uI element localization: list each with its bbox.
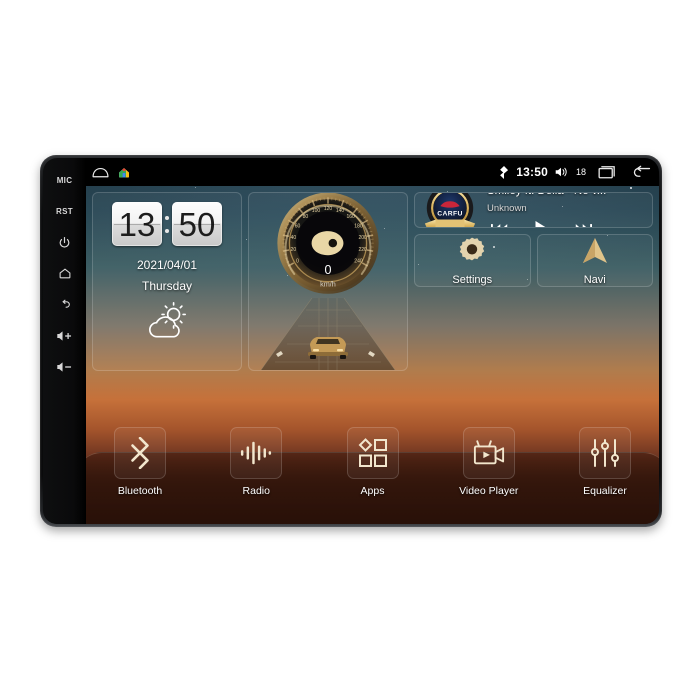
navigation-arrow-icon [579, 235, 611, 267]
svg-text:240: 240 [354, 259, 363, 265]
shortcut-tile-row: Settings Navi [414, 234, 653, 287]
volume-down-icon[interactable] [52, 360, 78, 373]
clock-date: 2021/04/01 [136, 258, 198, 272]
dock-items: Bluetooth Radio Apps Video Player Equali… [94, 427, 651, 497]
app-dock: Bluetooth Radio Apps Video Player Equali… [86, 419, 659, 524]
equalizer-sliders-icon [579, 427, 631, 479]
play-button[interactable] [534, 221, 549, 227]
video-camera-icon [462, 427, 515, 479]
equalizer-dock-label: Equalizer [583, 485, 627, 497]
flip-clock: 13 50 [93, 193, 241, 246]
device-inner-frame: MIC RST 13:50 18 13 50 2021/04/01 Thursd… [43, 158, 659, 524]
car-hood-icon[interactable] [92, 167, 109, 178]
gear-icon [456, 235, 488, 267]
svg-text:220: 220 [358, 247, 367, 253]
navi-tile[interactable]: Navi [536, 234, 653, 287]
right-widget-column: CARFU Smiley ft. Delia - Ne v... Unknown [414, 192, 653, 287]
previous-track-button[interactable] [491, 223, 508, 227]
svg-text:km/h: km/h [320, 280, 336, 289]
settings-tile[interactable]: Settings [414, 234, 531, 287]
radio-dock-item[interactable]: Radio [210, 427, 302, 497]
radio-dock-label: Radio [242, 485, 270, 497]
svg-text:20: 20 [291, 247, 297, 253]
next-track-button[interactable] [575, 223, 592, 227]
media-controls [487, 221, 646, 227]
svg-text:0: 0 [325, 263, 332, 277]
video-player-dock-item[interactable]: Video Player [443, 427, 535, 497]
clock-widget[interactable]: 13 50 2021/04/01 Thursday [92, 192, 242, 371]
apps-dock-item[interactable]: Apps [327, 427, 419, 497]
svg-text:40: 40 [291, 235, 297, 241]
svg-text:200: 200 [358, 235, 367, 241]
clock-minutes: 50 [172, 202, 222, 246]
svg-text:60: 60 [295, 223, 301, 229]
car-on-road-icon [249, 298, 407, 370]
recents-icon[interactable] [598, 165, 618, 179]
track-title: Smiley ft. Delia - Ne v... [487, 193, 646, 197]
speedometer-gauge: 0 20 40 60 80 100 120 140 160 180 200 220 240 0 km/h [249, 193, 407, 301]
media-player-widget[interactable]: CARFU Smiley ft. Delia - Ne v... Unknown [414, 192, 653, 228]
bluetooth-icon [114, 427, 166, 479]
reset-button[interactable]: RST [52, 205, 78, 218]
mic-button[interactable]: MIC [52, 174, 78, 187]
sun-behind-cloud-icon [93, 302, 241, 340]
speed-pointer-icon [311, 231, 344, 256]
status-bar-left-icons [92, 166, 131, 179]
clock-weekday: Thursday [141, 279, 193, 293]
widget-row: 13 50 2021/04/01 Thursday 0 20 40 60 80 … [92, 192, 653, 371]
svg-text:80: 80 [303, 214, 309, 220]
volume-level: 18 [575, 167, 586, 177]
hardware-button-bezel: MIC RST [43, 158, 86, 524]
svg-text:0: 0 [296, 259, 299, 265]
bluetooth-dock-item[interactable]: Bluetooth [94, 427, 186, 497]
car-head-unit-device: MIC RST 13:50 18 13 50 2021/04/01 Thursd… [40, 155, 662, 527]
clock-hours: 13 [112, 202, 162, 246]
back-icon[interactable] [52, 298, 78, 311]
volume-icon [555, 166, 569, 178]
navi-tile-label: Navi [583, 274, 606, 286]
media-info: Smiley ft. Delia - Ne v... Unknown [487, 193, 646, 227]
touchscreen[interactable]: 13:50 18 13 50 2021/04/01 Thursday 0 20 … [86, 158, 659, 524]
svg-text:CARFU: CARFU [437, 210, 463, 217]
home-icon[interactable] [52, 267, 78, 280]
apps-grid-icon [346, 427, 399, 479]
android-status-bar: 13:50 18 [86, 158, 659, 186]
power-icon[interactable] [52, 236, 78, 249]
video-player-dock-label: Video Player [459, 485, 519, 497]
track-artist: Unknown [487, 203, 527, 214]
clock-colon [165, 215, 169, 233]
status-bar-clock: 13:50 [516, 165, 548, 179]
home-screen: 13 50 2021/04/01 Thursday 0 20 40 60 80 … [86, 186, 659, 524]
speedometer-widget[interactable]: 0 20 40 60 80 100 120 140 160 180 200 220 240 0 km/h [248, 192, 408, 371]
bluetooth-dock-label: Bluetooth [117, 485, 163, 497]
equalizer-dock-item[interactable]: Equalizer [559, 427, 651, 497]
settings-tile-label: Settings [452, 274, 493, 286]
radio-waveform-icon [230, 427, 283, 479]
bluetooth-icon [499, 165, 509, 179]
back-icon[interactable] [631, 165, 651, 179]
apps-dock-label: Apps [360, 485, 385, 497]
svg-text:180: 180 [354, 223, 363, 229]
carfu-logo-badge: CARFU [421, 193, 479, 227]
volume-up-icon[interactable] [52, 329, 78, 342]
google-home-icon[interactable] [117, 166, 131, 179]
status-bar-right-icons: 13:50 18 [499, 165, 651, 179]
